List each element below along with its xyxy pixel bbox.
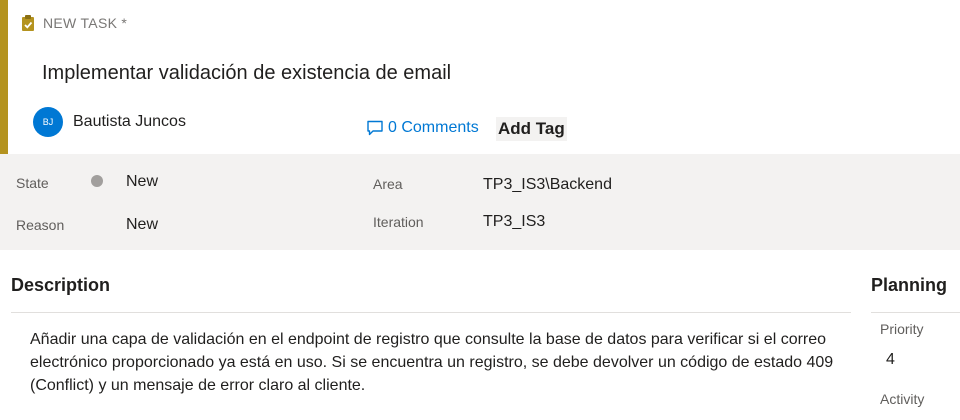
work-item-type: NEW TASK * (21, 14, 127, 32)
work-item-title[interactable]: Implementar validación de existencia de … (42, 62, 451, 85)
avatar: BJ (33, 107, 63, 137)
work-item-type-label: NEW TASK * (43, 15, 128, 31)
description-divider (11, 312, 851, 313)
priority-field[interactable]: 4 (886, 351, 895, 369)
planning-heading: Planning (871, 275, 947, 295)
area-label: Area (373, 176, 403, 192)
description-editor[interactable]: Añadir una capa de validación en el endp… (30, 328, 840, 397)
work-item-header: NEW TASK * Implementar validación de exi… (0, 0, 960, 154)
comments-link[interactable]: 0 Comments (366, 119, 479, 137)
description-heading: Description (11, 275, 111, 295)
clipboard-check-icon (22, 15, 34, 31)
state-dropdown[interactable]: New (126, 173, 158, 191)
iteration-label: Iteration (373, 214, 424, 230)
work-item-type-color-bar (0, 0, 8, 154)
fields-section: State New Reason New Area TP3_IS3\Backen… (0, 154, 960, 250)
comments-label: 0 Comments (388, 119, 479, 136)
iteration-picker[interactable]: TP3_IS3 (483, 213, 545, 231)
add-tag-button[interactable]: Add Tag (496, 117, 567, 141)
state-label: State (16, 175, 49, 191)
assignee-name: Bautista Juncos (73, 113, 186, 130)
planning-divider (871, 312, 960, 313)
area-picker[interactable]: TP3_IS3\Backend (483, 176, 612, 194)
reason-dropdown[interactable]: New (126, 216, 158, 234)
reason-label: Reason (16, 217, 65, 233)
state-indicator-icon (91, 175, 103, 187)
assignee-picker[interactable]: BJ Bautista Juncos (33, 107, 186, 137)
comment-bubble-icon (367, 120, 383, 136)
activity-label: Activity (880, 391, 925, 407)
priority-label: Priority (880, 321, 924, 337)
